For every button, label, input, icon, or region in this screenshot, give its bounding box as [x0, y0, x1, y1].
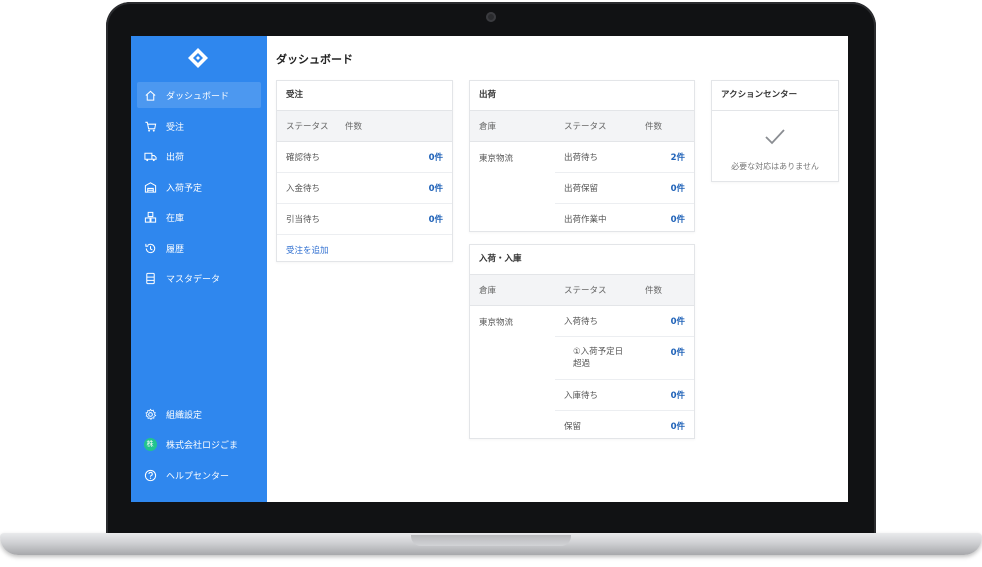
- app-screen: ダッシュボード 受注 出荷 入荷予定 在庫 履歴 マスタデータ 組織設定 株 株…: [131, 36, 848, 502]
- column-header-count: 件数: [645, 122, 663, 132]
- column-header-warehouse: 倉庫: [479, 286, 497, 296]
- action-center-card: アクションセンター 必要な対応はありません: [711, 80, 839, 182]
- sidebar: ダッシュボード 受注 出荷 入荷予定 在庫 履歴 マスタデータ 組織設定 株 株…: [131, 36, 267, 502]
- count-link[interactable]: 0件: [671, 315, 685, 327]
- status-cell: 引当待ち: [286, 215, 321, 225]
- logo-icon[interactable]: [187, 47, 209, 69]
- card-title: 入荷・入庫: [470, 245, 694, 275]
- status-cell-overdue: ①入荷予定日 超過: [573, 346, 623, 370]
- table-row[interactable]: 確認待ち 0件: [277, 142, 452, 173]
- table-row[interactable]: 入金待ち 0件: [277, 173, 452, 204]
- sidebar-item-orders[interactable]: 受注: [137, 113, 261, 139]
- sidebar-item-master-data[interactable]: マスタデータ: [137, 265, 261, 291]
- sidebar-item-org-settings[interactable]: 組織設定: [137, 401, 261, 427]
- column-header-status: ステータス: [286, 122, 329, 132]
- table-row[interactable]: 保留 0件: [555, 411, 694, 441]
- table-row[interactable]: 入荷待ち 0件: [555, 306, 694, 337]
- page-title: ダッシュボード: [276, 53, 353, 66]
- sidebar-item-dashboard[interactable]: ダッシュボード: [137, 82, 261, 108]
- table-header: 倉庫 ステータス 件数: [470, 111, 694, 142]
- add-order-link[interactable]: 受注を追加: [286, 244, 329, 256]
- status-cell: 入荷待ち: [564, 317, 599, 327]
- column-header-status: ステータス: [564, 122, 607, 132]
- database-icon: [143, 271, 157, 285]
- receiving-rows: 入荷待ち 0件 ①入荷予定日 超過 0件 入庫待ち 0件 保留 0件: [555, 306, 694, 441]
- card-title: 受注: [277, 81, 452, 111]
- table-row[interactable]: 入庫待ち 0件: [555, 380, 694, 411]
- table-header: ステータス 件数: [277, 111, 452, 142]
- table-row[interactable]: 出荷保留 0件: [555, 173, 694, 204]
- column-header-warehouse: 倉庫: [479, 122, 497, 132]
- sidebar-item-label: 株式会社ロジごま: [166, 440, 239, 451]
- camera-icon: [486, 12, 496, 22]
- count-link[interactable]: 0件: [429, 182, 443, 194]
- status-line: ①入荷予定日: [573, 347, 624, 357]
- cart-icon: [143, 119, 157, 133]
- sidebar-item-label: 在庫: [166, 213, 185, 224]
- count-link[interactable]: 0件: [671, 213, 685, 225]
- sidebar-item-label: 受注: [166, 122, 185, 133]
- receiving-card: 入荷・入庫 倉庫 ステータス 件数 東京物流 入荷待ち 0件 ①入荷予定日 超過…: [469, 244, 695, 439]
- count-link[interactable]: 0件: [429, 151, 443, 163]
- table-row[interactable]: 出荷待ち 2件: [555, 142, 694, 173]
- status-cell: 保留: [564, 422, 582, 432]
- sidebar-item-receiving-plan[interactable]: 入荷予定: [137, 174, 261, 200]
- status-line: 超過: [573, 359, 591, 369]
- shipping-card: 出荷 倉庫 ステータス 件数 東京物流 出荷待ち 2件 出荷保留 0件 出荷作業…: [469, 80, 695, 232]
- shipping-body: 東京物流 出荷待ち 2件 出荷保留 0件 出荷作業中 0件: [470, 142, 694, 232]
- history-icon: [143, 241, 157, 255]
- help-icon: [143, 468, 157, 482]
- column-header-status: ステータス: [564, 286, 607, 296]
- sidebar-item-history[interactable]: 履歴: [137, 235, 261, 261]
- warehouse-icon: [143, 180, 157, 194]
- gear-icon: [143, 407, 157, 421]
- shipping-rows: 出荷待ち 2件 出荷保留 0件 出荷作業中 0件: [555, 142, 694, 234]
- sidebar-item-label: 入荷予定: [166, 183, 203, 194]
- status-cell: 出荷作業中: [564, 215, 607, 225]
- sidebar-item-label: マスタデータ: [166, 274, 221, 285]
- table-row[interactable]: 出荷作業中 0件: [555, 204, 694, 234]
- warehouse-cell: 東京物流: [479, 154, 514, 164]
- sidebar-item-inventory[interactable]: 在庫: [137, 204, 261, 230]
- laptop-notch: [411, 535, 571, 546]
- table-row[interactable]: 引当待ち 0件: [277, 204, 452, 235]
- sidebar-item-help[interactable]: ヘルプセンター: [137, 462, 261, 488]
- count-link[interactable]: 0件: [671, 346, 685, 358]
- column-header-count: 件数: [345, 122, 363, 132]
- sidebar-item-company[interactable]: 株 株式会社ロジごま: [137, 431, 261, 457]
- add-order-row: 受注を追加: [277, 235, 452, 265]
- sidebar-item-shipping[interactable]: 出荷: [137, 143, 261, 169]
- card-title: アクションセンター: [712, 81, 838, 111]
- count-link[interactable]: 2件: [671, 151, 685, 163]
- status-cell: 確認待ち: [286, 153, 321, 163]
- empty-state-text: 必要な対応はありません: [731, 162, 819, 171]
- status-cell: 入金待ち: [286, 184, 321, 194]
- card-title: 出荷: [470, 81, 694, 111]
- sidebar-item-label: 組織設定: [166, 410, 203, 421]
- sidebar-item-label: ヘルプセンター: [166, 471, 230, 482]
- avatar: 株: [143, 437, 157, 451]
- table-header: 倉庫 ステータス 件数: [470, 275, 694, 306]
- table-row[interactable]: ①入荷予定日 超過 0件: [555, 337, 694, 380]
- sidebar-item-label: 履歴: [166, 244, 185, 255]
- status-cell: 出荷待ち: [564, 153, 599, 163]
- status-cell: 入庫待ち: [564, 391, 599, 401]
- home-icon: [143, 88, 157, 102]
- count-link[interactable]: 0件: [429, 213, 443, 225]
- count-link[interactable]: 0件: [671, 389, 685, 401]
- receiving-body: 東京物流 入荷待ち 0件 ①入荷予定日 超過 0件 入庫待ち 0件 保留 0件: [470, 306, 694, 438]
- count-link[interactable]: 0件: [671, 182, 685, 194]
- checkmark-icon: [765, 129, 785, 145]
- column-header-count: 件数: [645, 286, 663, 296]
- status-cell: 出荷保留: [564, 184, 599, 194]
- boxes-icon: [143, 210, 157, 224]
- warehouse-cell: 東京物流: [479, 318, 514, 328]
- truck-icon: [143, 149, 157, 163]
- count-link[interactable]: 0件: [671, 420, 685, 432]
- orders-card: 受注 ステータス 件数 確認待ち 0件 入金待ち 0件 引当待ち 0件 受注を追…: [276, 80, 453, 262]
- sidebar-item-label: 出荷: [166, 152, 185, 163]
- company-avatar: 株: [143, 437, 157, 451]
- sidebar-item-label: ダッシュボード: [166, 91, 230, 102]
